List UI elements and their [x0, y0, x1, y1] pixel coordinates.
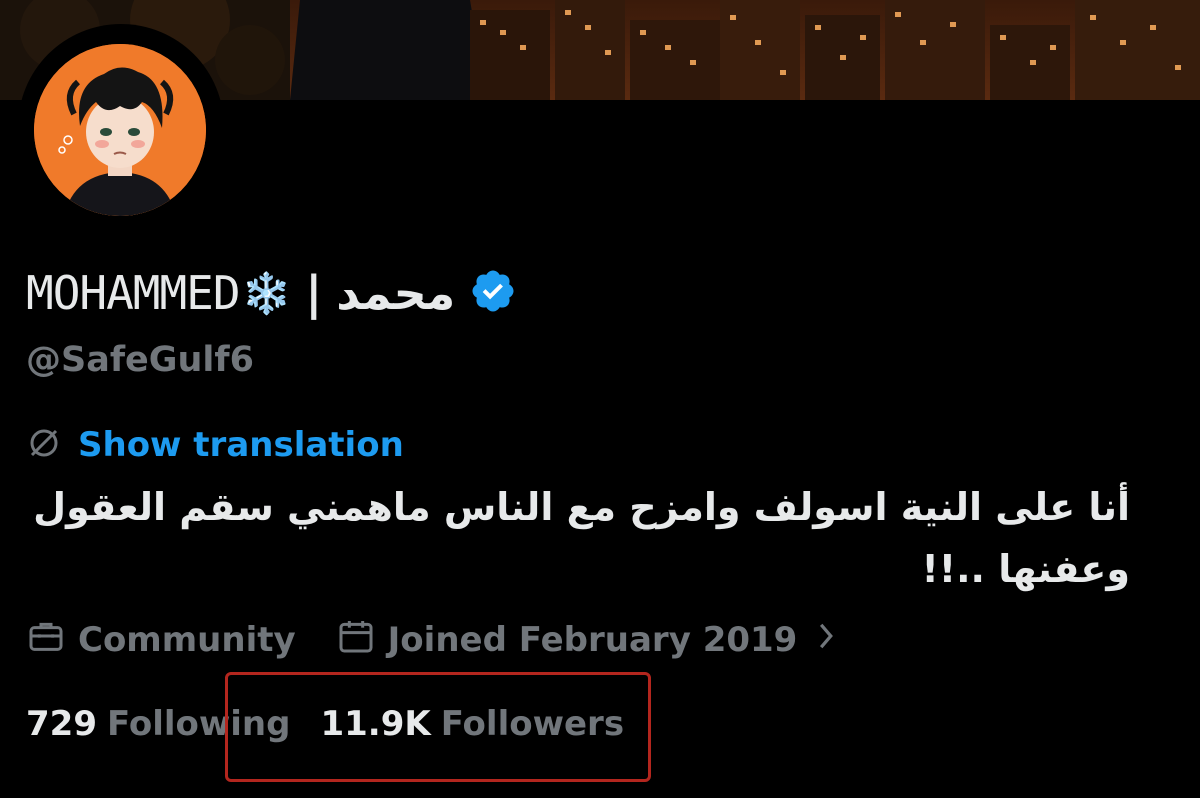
display-name-arabic: محمد	[336, 266, 456, 320]
avatar-image	[34, 44, 206, 216]
bio-line-2: وعفنها ..!!	[921, 547, 1130, 591]
chevron-right-icon[interactable]	[815, 620, 837, 661]
followers-label: Followers	[440, 704, 625, 744]
followers-count: 11.9K	[320, 704, 431, 744]
bio-line-1: أنا على النية اسولف وامزح مع الناس ماهمن…	[33, 485, 1130, 529]
avatar[interactable]	[34, 44, 206, 216]
follow-stats-row: 729 Following 11.9K Followers	[26, 696, 624, 752]
joined-date[interactable]: Joined February 2019	[388, 620, 798, 660]
calendar-icon	[336, 616, 376, 665]
briefcase-icon	[26, 616, 66, 665]
following-label: Following	[106, 704, 291, 744]
snowflake-emoji: ❄️	[241, 270, 292, 317]
display-name-latin: MOHAMMED	[26, 266, 241, 320]
category-label[interactable]: Community	[78, 620, 296, 660]
translate-row: Show translation	[26, 420, 404, 470]
followers-stat[interactable]: 11.9K Followers	[320, 704, 624, 744]
profile-meta-row: Community Joined February 2019	[26, 612, 837, 668]
profile-bio: أنا على النية اسولف وامزح مع الناس ماهمن…	[10, 476, 1130, 600]
following-stat[interactable]: 729 Following	[26, 704, 290, 744]
user-handle: @SafeGulf6	[26, 340, 255, 380]
verified-badge-icon[interactable]	[469, 267, 517, 319]
translate-icon	[26, 425, 62, 465]
display-name-row: MOHAMMED ❄️ | محمد	[26, 258, 517, 328]
name-separator: |	[305, 266, 323, 320]
show-translation-link[interactable]: Show translation	[78, 425, 404, 465]
following-count: 729	[26, 704, 97, 744]
